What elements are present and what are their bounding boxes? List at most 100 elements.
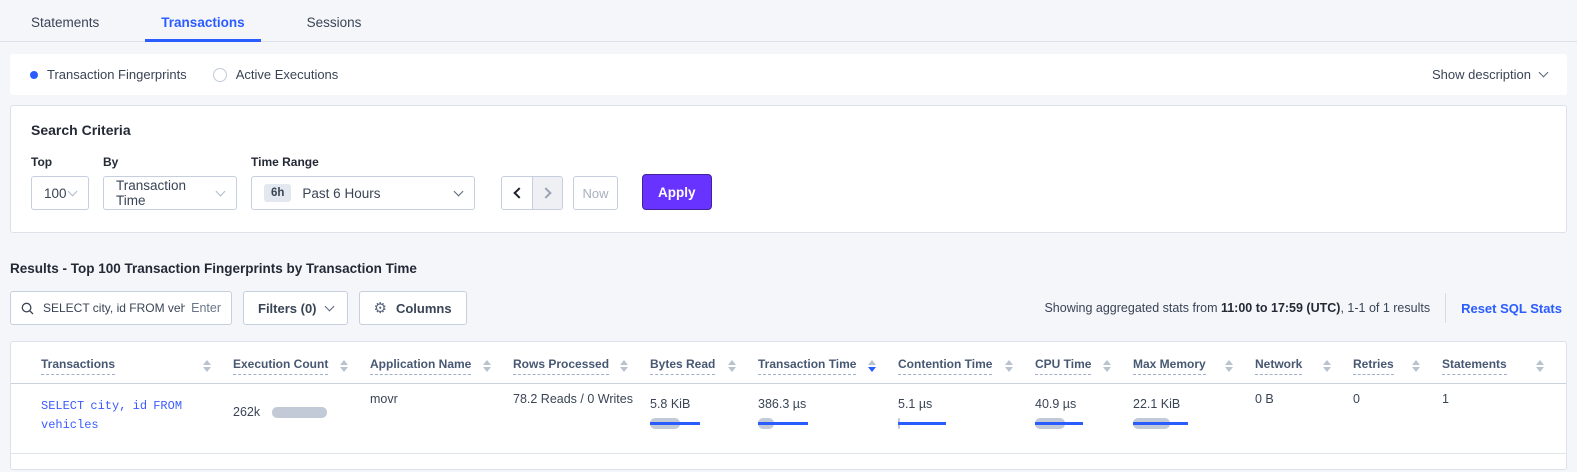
chevron-down-icon — [68, 186, 78, 196]
column-header-max-memory[interactable]: Max Memory — [1133, 342, 1255, 384]
aggregated-stats-text: Showing aggregated stats from 11:00 to 1… — [1044, 301, 1430, 315]
stat-line — [650, 422, 700, 425]
tab-transactions[interactable]: Transactions — [145, 3, 260, 42]
sort-icon — [620, 360, 628, 373]
column-header-statements[interactable]: Statements — [1442, 342, 1566, 384]
sort-icon-active-desc — [868, 360, 876, 373]
sort-icon — [728, 360, 736, 373]
sort-icon — [1225, 360, 1233, 373]
time-range-badge: 6h — [264, 184, 291, 202]
time-range-field: Time Range 6h Past 6 Hours — [251, 155, 475, 210]
search-icon — [21, 302, 34, 315]
chevron-down-icon — [216, 186, 226, 196]
by-select-value: Transaction Time — [116, 178, 217, 208]
view-toggle-band: Transaction Fingerprints Active Executio… — [10, 54, 1567, 95]
time-range-value: Past 6 Hours — [302, 186, 455, 201]
radio-label: Transaction Fingerprints — [47, 67, 187, 82]
time-forward-button[interactable] — [532, 177, 562, 209]
count-bar — [272, 407, 327, 418]
show-description-label: Show description — [1432, 67, 1531, 82]
top-field: Top 100 — [31, 155, 89, 210]
search-enter-hint: Enter — [191, 301, 221, 315]
radio-transaction-fingerprints[interactable]: Transaction Fingerprints — [30, 67, 187, 82]
filters-button[interactable]: Filters (0) — [243, 291, 348, 325]
sort-icon — [203, 360, 211, 373]
time-nav-group — [501, 176, 563, 210]
sort-icon — [1412, 360, 1420, 373]
network-cell: 0 B — [1255, 392, 1274, 406]
time-back-button[interactable] — [502, 177, 532, 209]
column-header-contention-time[interactable]: Contention Time — [898, 342, 1035, 384]
table-row: SELECT city, id FROM vehicles 262k movr … — [11, 384, 1566, 454]
columns-button[interactable]: ⚙ Columns — [359, 291, 467, 325]
radio-active-executions[interactable]: Active Executions — [213, 67, 339, 82]
stat-line — [758, 422, 808, 425]
stats-time-range: 11:00 to 17:59 (UTC) — [1221, 301, 1340, 315]
by-select[interactable]: Transaction Time — [103, 176, 237, 210]
sort-icon — [1005, 360, 1013, 373]
transaction-time-cell: 386.3 µs — [758, 384, 898, 454]
retries-cell: 0 — [1353, 392, 1360, 406]
rows-processed-cell: 78.2 Reads / 0 Writes — [513, 392, 633, 406]
sort-icon — [1103, 360, 1111, 373]
time-range-label: Time Range — [251, 155, 475, 169]
column-header-transaction-time[interactable]: Transaction Time — [758, 342, 898, 384]
view-radio-group: Transaction Fingerprints Active Executio… — [30, 67, 338, 82]
search-criteria-title: Search Criteria — [31, 122, 1546, 138]
contention-time-cell: 5.1 µs — [898, 384, 1035, 454]
sort-icon — [340, 360, 348, 373]
sort-icon — [1323, 360, 1331, 373]
max-memory-cell: 22.1 KiB — [1133, 384, 1255, 454]
now-button[interactable]: Now — [573, 176, 618, 210]
chevron-down-icon — [454, 186, 464, 196]
transaction-fingerprint-link[interactable]: SELECT city, id FROM vehicles — [41, 397, 213, 435]
top-label: Top — [31, 155, 89, 169]
column-header-bytes-read[interactable]: Bytes Read — [650, 342, 758, 384]
column-header-application-name[interactable]: Application Name — [370, 342, 513, 384]
column-header-execution-count[interactable]: Execution Count — [233, 342, 370, 384]
radio-label: Active Executions — [236, 67, 339, 82]
stat-line — [1133, 422, 1188, 425]
execution-count-cell: 262k — [233, 397, 360, 419]
statements-cell: 1 — [1442, 392, 1449, 406]
column-header-rows-processed[interactable]: Rows Processed — [513, 342, 650, 384]
radio-unselected-icon — [213, 68, 227, 82]
gear-icon: ⚙ — [374, 301, 387, 316]
columns-label: Columns — [396, 301, 452, 316]
time-range-select[interactable]: 6h Past 6 Hours — [251, 176, 475, 210]
chevron-left-icon — [513, 187, 524, 198]
chevron-down-icon — [324, 301, 334, 311]
top-select-value: 100 — [44, 186, 69, 201]
table-header-row: Transactions Execution Count Application… — [11, 342, 1566, 384]
query-search-box[interactable]: Enter — [10, 291, 232, 325]
by-field: By Transaction Time — [103, 155, 237, 210]
search-input[interactable] — [41, 300, 187, 316]
filters-label: Filters (0) — [258, 301, 317, 316]
results-heading: Results - Top 100 Transaction Fingerprin… — [10, 261, 1567, 276]
divider — [1445, 293, 1446, 323]
search-criteria-card: Search Criteria Top 100 By Transaction T… — [10, 105, 1567, 233]
cpu-time-cell: 40.9 µs — [1035, 384, 1133, 454]
sort-icon — [483, 360, 491, 373]
reset-sql-stats-link[interactable]: Reset SQL Stats — [1461, 301, 1562, 316]
column-header-network[interactable]: Network — [1255, 342, 1353, 384]
transactions-table: Transactions Execution Count Application… — [11, 342, 1566, 454]
stat-line — [898, 422, 946, 425]
tab-sessions[interactable]: Sessions — [301, 3, 368, 42]
results-table-card: Transactions Execution Count Application… — [10, 341, 1567, 470]
tab-statements[interactable]: Statements — [25, 3, 105, 42]
radio-selected-icon — [30, 71, 38, 79]
chevron-right-icon — [540, 187, 551, 198]
column-header-transactions[interactable]: Transactions — [11, 342, 233, 384]
column-header-cpu-time[interactable]: CPU Time — [1035, 342, 1133, 384]
column-header-retries[interactable]: Retries — [1353, 342, 1442, 384]
stat-line — [1035, 422, 1083, 425]
results-toolbar: Enter Filters (0) ⚙ Columns Showing aggr… — [10, 291, 1567, 325]
by-label: By — [103, 155, 237, 169]
top-select[interactable]: 100 — [31, 176, 89, 210]
sort-icon — [1536, 360, 1544, 373]
apply-button[interactable]: Apply — [642, 174, 712, 210]
show-description-toggle[interactable]: Show description — [1432, 67, 1547, 82]
bytes-read-cell: 5.8 KiB — [650, 384, 758, 454]
chevron-down-icon — [1539, 68, 1549, 78]
